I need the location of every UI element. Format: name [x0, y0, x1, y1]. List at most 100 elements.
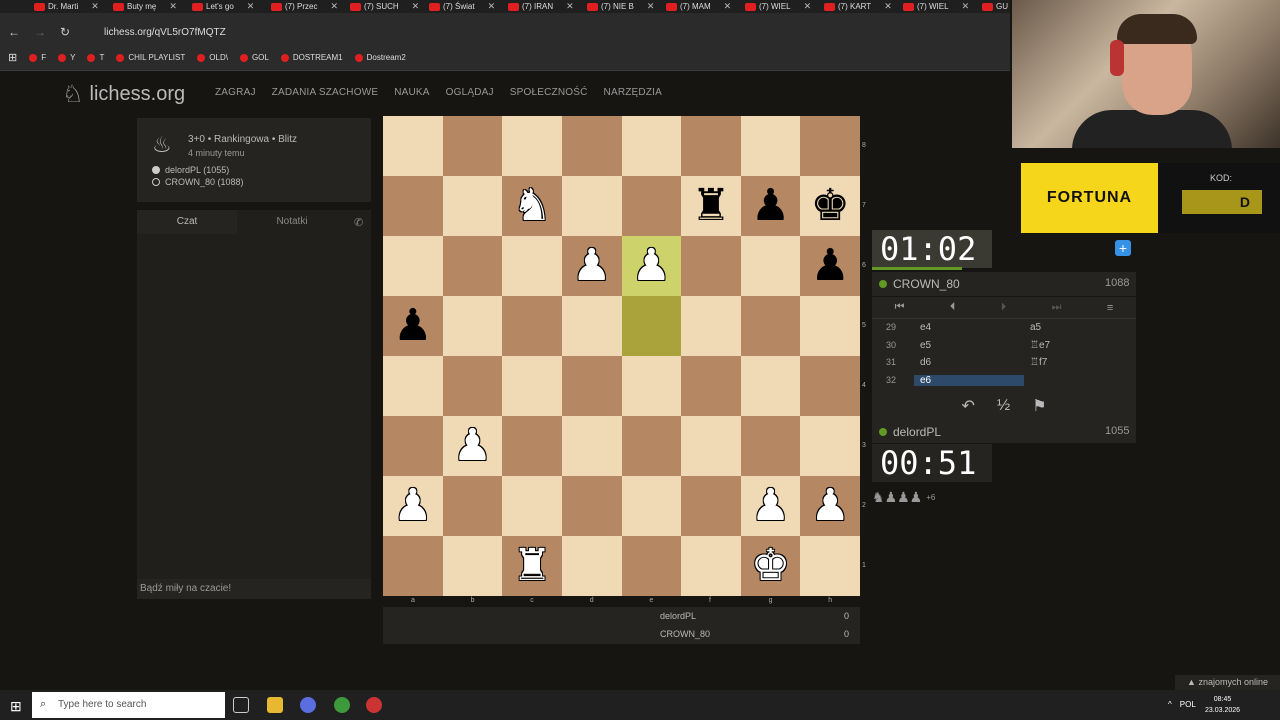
browser-tab[interactable]: (7) WIEL ✕ [741, 0, 811, 13]
windows-start-icon[interactable]: ⊞ [10, 698, 22, 715]
board-square-g8[interactable] [740, 116, 801, 176]
bookmark-item[interactable]: GOL [239, 53, 269, 62]
black-rook-icon[interactable]: ♜ [691, 184, 730, 228]
board-square-d1[interactable] [561, 536, 622, 596]
tray-chevron-icon[interactable]: ^ [1168, 700, 1172, 709]
black-pawn-icon[interactable]: ♟ [751, 184, 790, 228]
board-square-d4[interactable] [561, 356, 622, 416]
board-square-e2[interactable] [621, 476, 682, 536]
app-icon[interactable] [300, 697, 316, 713]
add-time-icon[interactable]: + [1115, 240, 1131, 256]
board-square-c7[interactable]: ♞ [502, 176, 562, 236]
close-tab-icon[interactable]: ✕ [884, 1, 892, 12]
browser-tab[interactable]: Dr. Marti ✕ [30, 0, 99, 13]
friends-online-button[interactable]: ▲ znajomych online [1175, 675, 1280, 690]
board-square-a8[interactable] [383, 116, 443, 176]
board-square-e7[interactable] [621, 176, 682, 236]
white-knight-icon[interactable]: ♞ [512, 184, 551, 228]
board-square-e4[interactable] [621, 356, 682, 416]
browser-tab[interactable]: (7) NIE B ✕ [583, 0, 654, 13]
board-square-b4[interactable] [442, 356, 503, 416]
white-pawn-icon[interactable]: ♟ [453, 424, 492, 468]
close-tab-icon[interactable]: ✕ [247, 1, 255, 12]
board-square-e3[interactable] [621, 416, 682, 476]
board-square-d5[interactable] [561, 296, 622, 356]
board-square-b8[interactable] [442, 116, 503, 176]
close-tab-icon[interactable]: ✕ [724, 1, 732, 12]
board-square-a4[interactable] [383, 356, 443, 416]
takeback-icon[interactable]: ↶ [961, 396, 974, 416]
white-rook-icon[interactable]: ♜ [512, 544, 551, 588]
board-square-h7[interactable]: ♚ [800, 176, 860, 236]
board-square-f6[interactable] [681, 236, 741, 296]
browser-tab[interactable]: (7) KART ✕ [820, 0, 892, 13]
chat-input[interactable]: Bądź miły na czacie! [137, 579, 371, 599]
nav-item[interactable]: SPOŁECZNOŚĆ [510, 87, 588, 98]
board-square-e6[interactable]: ♟ [621, 236, 682, 296]
board-square-f7[interactable]: ♜ [681, 176, 741, 236]
bookmark-item[interactable]: OLD\ [197, 53, 228, 62]
board-square-a1[interactable] [383, 536, 443, 596]
nav-item[interactable]: ZAGRAJ [215, 87, 256, 98]
black-move[interactable]: a5 [1030, 322, 1041, 333]
board-square-c4[interactable] [502, 356, 562, 416]
black-pawn-icon[interactable]: ♟ [393, 304, 432, 348]
tab-chat[interactable]: Czat [137, 210, 237, 234]
nav-item[interactable]: OGLĄDAJ [446, 87, 494, 98]
system-clock[interactable]: 08:45 23.03.2026 [1205, 694, 1240, 716]
board-square-f3[interactable] [681, 416, 741, 476]
board-square-f8[interactable] [681, 116, 741, 176]
board-square-a3[interactable] [383, 416, 443, 476]
board-square-c6[interactable] [502, 236, 562, 296]
board-square-d7[interactable] [561, 176, 622, 236]
bookmark-item[interactable]: T [87, 53, 104, 62]
chrome-icon[interactable] [334, 697, 350, 713]
back-icon[interactable]: ← [8, 25, 20, 39]
nav-item[interactable]: NAUKA [394, 87, 429, 98]
bookmark-item[interactable]: DOSTREAM1 [280, 53, 343, 62]
browser-tab[interactable]: Buty mę ✕ [109, 0, 177, 13]
game-info-black-player[interactable]: CROWN_80 (1088) [165, 177, 244, 187]
board-square-e8[interactable] [621, 116, 682, 176]
board-square-a6[interactable] [383, 236, 443, 296]
board-square-g1[interactable]: ♚ [740, 536, 801, 596]
white-move[interactable]: e6 [914, 374, 1024, 386]
draw-offer-icon[interactable]: ½ [997, 397, 1010, 415]
close-tab-icon[interactable]: ✕ [488, 1, 496, 12]
close-tab-icon[interactable]: ✕ [647, 1, 655, 12]
board-square-h3[interactable] [800, 416, 860, 476]
nav-item[interactable]: NARZĘDZIA [604, 87, 662, 98]
first-move-icon[interactable]: ⏮ [895, 301, 905, 314]
board-square-g3[interactable] [740, 416, 801, 476]
board-square-g2[interactable]: ♟ [740, 476, 801, 536]
chess-board[interactable]: ♞ ♜ ♟ ♚ ♟ ♟ ♟ ♟ ♟ ♟ ♟ ♟ ♜ ♚ [383, 116, 860, 596]
last-move-icon[interactable]: ⏭ [1052, 301, 1062, 314]
black-move[interactable]: ♖f7 [1030, 357, 1047, 368]
file-explorer-icon[interactable] [267, 697, 283, 713]
board-square-g5[interactable] [740, 296, 801, 356]
board-square-a5[interactable]: ♟ [383, 296, 443, 356]
browser-tab[interactable]: (7) Świat ✕ [425, 0, 495, 13]
menu-icon[interactable]: ≡ [1107, 302, 1113, 314]
white-move[interactable]: d6 [920, 357, 931, 368]
board-square-b2[interactable] [442, 476, 503, 536]
board-square-f5[interactable] [681, 296, 741, 356]
bookmark-item[interactable]: CHIL PLAYLIST [116, 53, 185, 62]
phone-icon[interactable]: ✆ [354, 216, 363, 229]
board-square-d8[interactable] [561, 116, 622, 176]
ad-brand[interactable]: FORTUNA [1021, 163, 1158, 233]
bookmark-item[interactable]: Y [58, 53, 75, 62]
bookmark-item[interactable]: Dostream2 [354, 53, 406, 62]
board-square-g6[interactable] [740, 236, 801, 296]
close-tab-icon[interactable]: ✕ [330, 1, 338, 12]
board-square-h1[interactable] [800, 536, 860, 596]
board-square-g4[interactable] [740, 356, 801, 416]
white-pawn-icon[interactable]: ♟ [572, 244, 611, 288]
board-square-h5[interactable] [800, 296, 860, 356]
url-field[interactable]: lichess.org/qVL5rO7fMQTZ [84, 23, 1009, 43]
board-square-a7[interactable] [383, 176, 443, 236]
board-square-d6[interactable]: ♟ [561, 236, 622, 296]
player-name[interactable]: delordPL [893, 425, 941, 439]
board-square-b5[interactable] [442, 296, 503, 356]
bookmark-item[interactable]: F [29, 53, 46, 62]
